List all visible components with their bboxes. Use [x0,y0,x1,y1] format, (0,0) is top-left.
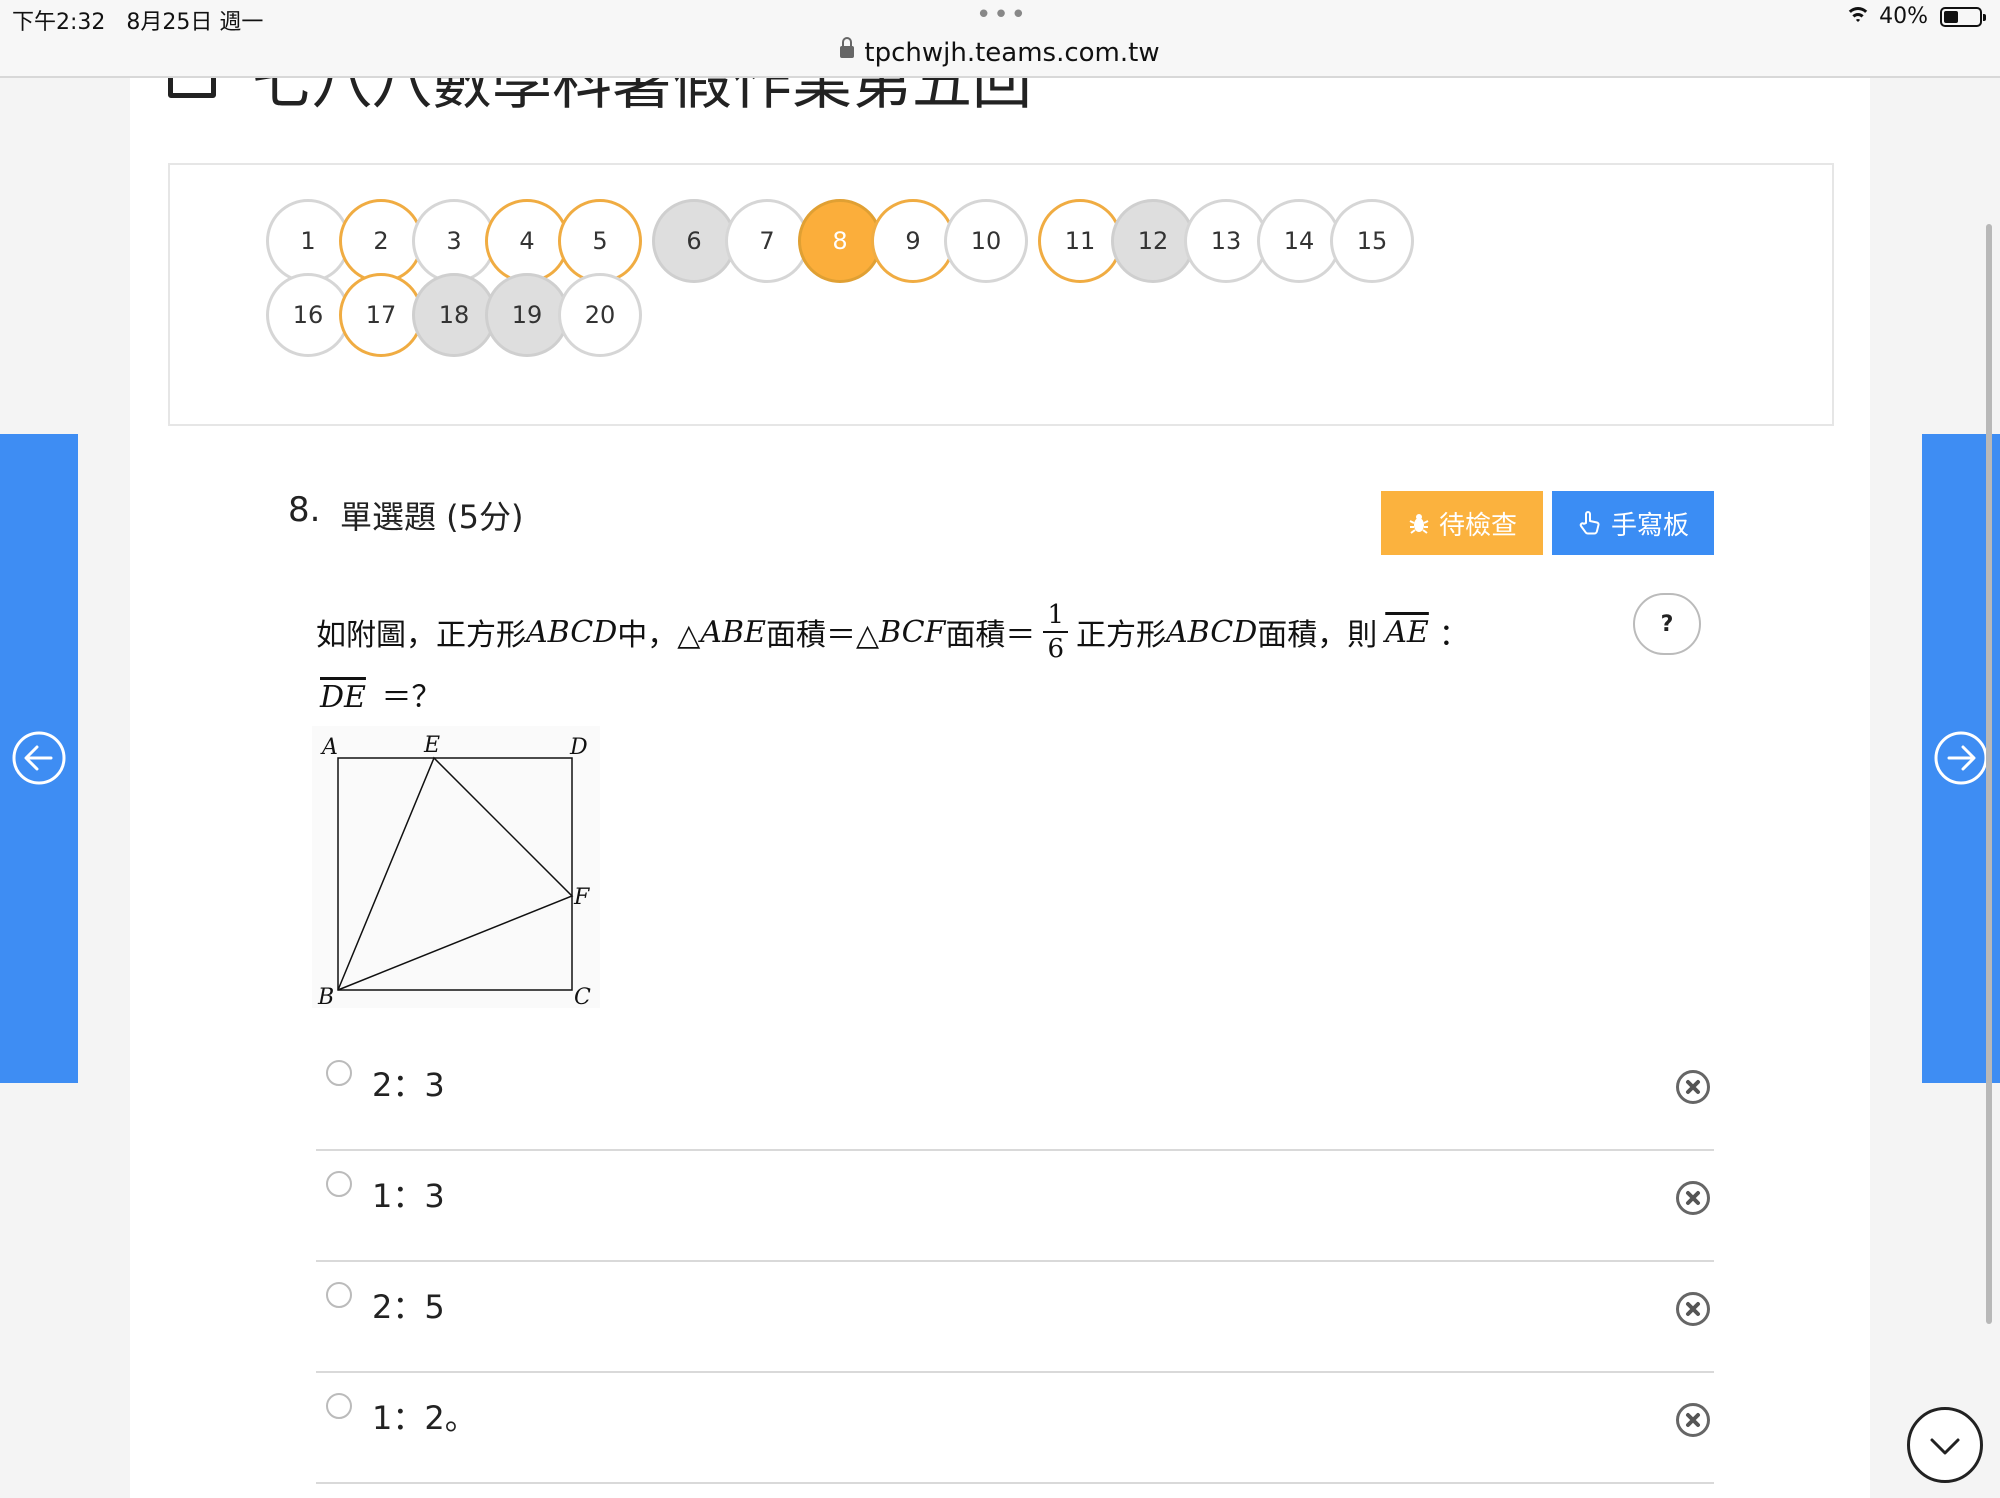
question-nav-10[interactable]: 10 [944,199,1028,283]
status-right: 40% [1845,4,1986,29]
arrow-left-circle-icon [12,731,66,785]
question-nav-15[interactable]: 15 [1330,199,1414,283]
text-segment: 中，△ [617,618,701,653]
label-b: B [317,985,334,1008]
question-text-line-1: 如附圖，正方形 ABCD 中，△ ABE 面積＝△ BCF 面積＝ 1 6 正方… [316,602,1469,662]
question-nav-13[interactable]: 13 [1184,199,1268,283]
option-label: 2：5 [372,1288,445,1326]
mark-review-label: 待檢查 [1438,510,1517,541]
x-circle-icon[interactable] [1676,1070,1710,1104]
battery-icon [1940,6,1986,27]
option-radio[interactable] [326,1171,352,1197]
question-nav-2[interactable]: 2 [339,199,423,283]
fraction-numerator: 1 [1043,602,1068,633]
math-segment: BCF [879,614,946,650]
square-diagram: A E D F B C [317,733,591,1010]
segment-de: DE [320,680,366,715]
status-bar: 下午2:32 8月25日 週一 ••• tpchwjh.teams.com.tw… [0,0,2000,78]
ratio-colon: ： [1438,618,1469,653]
document-icon [168,78,216,98]
address-bar[interactable]: tpchwjh.teams.com.tw [0,37,2000,68]
text-segment: 如附圖，正方形 [316,618,526,653]
math-segment: ABCD [526,614,618,650]
multitasking-dots-icon[interactable]: ••• [976,0,1028,30]
question-nav-5[interactable]: 5 [558,199,642,283]
question-nav-6[interactable]: 6 [652,199,736,283]
option-row[interactable]: 2：3 [316,1040,1714,1151]
chevron-down-icon [1930,1438,1960,1455]
text-segment: 面積＝ [945,618,1036,653]
bug-icon [1409,514,1429,534]
text-segment: 面積＝△ [765,618,880,653]
label-a: A [320,735,338,760]
question-figure: A E D F B C [312,726,600,1010]
question-text-line-2: DE ＝？ [320,672,442,716]
question-nav-18[interactable]: 18 [412,273,496,357]
option-row[interactable]: 2：5 [316,1262,1714,1373]
fraction: 1 6 [1043,602,1068,662]
question-nav-11[interactable]: 11 [1038,199,1122,283]
option-radio[interactable] [326,1282,352,1308]
option-label: 2：3 [372,1066,445,1104]
hand-pointer-icon [1579,511,1600,535]
x-circle-icon[interactable] [1676,1403,1710,1437]
text-segment: ＝？ [381,680,442,715]
question-nav-7[interactable]: 7 [725,199,809,283]
math-segment: ABCD [1165,614,1258,650]
question-nav-8[interactable]: 8 [798,199,882,283]
lock-icon [840,37,855,58]
prev-question-button[interactable] [0,434,78,1083]
clock: 下午2:32 [12,10,106,35]
question-nav-17[interactable]: 17 [339,273,423,357]
label-d: D [569,735,588,760]
option-label: 1：2。 [372,1399,477,1437]
battery-percent: 40% [1879,4,1928,29]
mark-review-button[interactable]: 待檢查 [1381,491,1543,555]
scroll-down-button[interactable] [1907,1407,1983,1483]
question-nav-19[interactable]: 19 [485,273,569,357]
arrow-right-circle-icon [1934,731,1988,785]
question-nav-3[interactable]: 3 [412,199,496,283]
option-row[interactable]: 1：2。 [316,1373,1714,1484]
date: 8月25日 週一 [126,10,264,35]
page-title-area: 七八八數學科暑假作業第五回 [168,78,1068,108]
help-button[interactable]: ? [1633,593,1701,655]
question-type: 單選題 (5分) [340,498,524,536]
question-navigator: 1 2 3 4 5 6 7 8 9 10 11 12 13 14 15 16 17 18 19 20 [168,163,1834,426]
math-segment: ABE [700,614,766,650]
option-radio[interactable] [326,1060,352,1086]
text-segment: 正方形 [1075,618,1166,653]
question-nav-20[interactable]: 20 [558,273,642,357]
option-label: 1：3 [372,1177,445,1215]
question-nav-12[interactable]: 12 [1111,199,1195,283]
handwriting-button[interactable]: 手寫板 [1552,491,1714,555]
segment-ae: AE [1385,614,1429,650]
question-nav-9[interactable]: 9 [871,199,955,283]
x-circle-icon[interactable] [1676,1292,1710,1326]
label-e: E [423,733,440,758]
question-nav-1[interactable]: 1 [266,199,350,283]
handwriting-label: 手寫板 [1610,510,1689,541]
option-row[interactable]: 1：3 [316,1151,1714,1262]
question-nav-4[interactable]: 4 [485,199,569,283]
label-f: F [573,885,590,910]
page-title: 七八八數學科暑假作業第五回 [252,78,1032,108]
wifi-icon [1845,6,1872,27]
x-circle-icon[interactable] [1676,1181,1710,1215]
label-c: C [574,985,591,1008]
status-time: 下午2:32 8月25日 週一 [12,4,263,36]
text-segment: 面積，則 [1257,618,1378,653]
fraction-denominator: 6 [1047,634,1064,664]
option-radio[interactable] [326,1393,352,1419]
question-number: 8. [288,490,321,530]
question-nav-16[interactable]: 16 [266,273,350,357]
url-text: tpchwjh.teams.com.tw [864,38,1160,68]
scrollbar[interactable] [1986,224,1992,1324]
question-nav-14[interactable]: 14 [1257,199,1341,283]
